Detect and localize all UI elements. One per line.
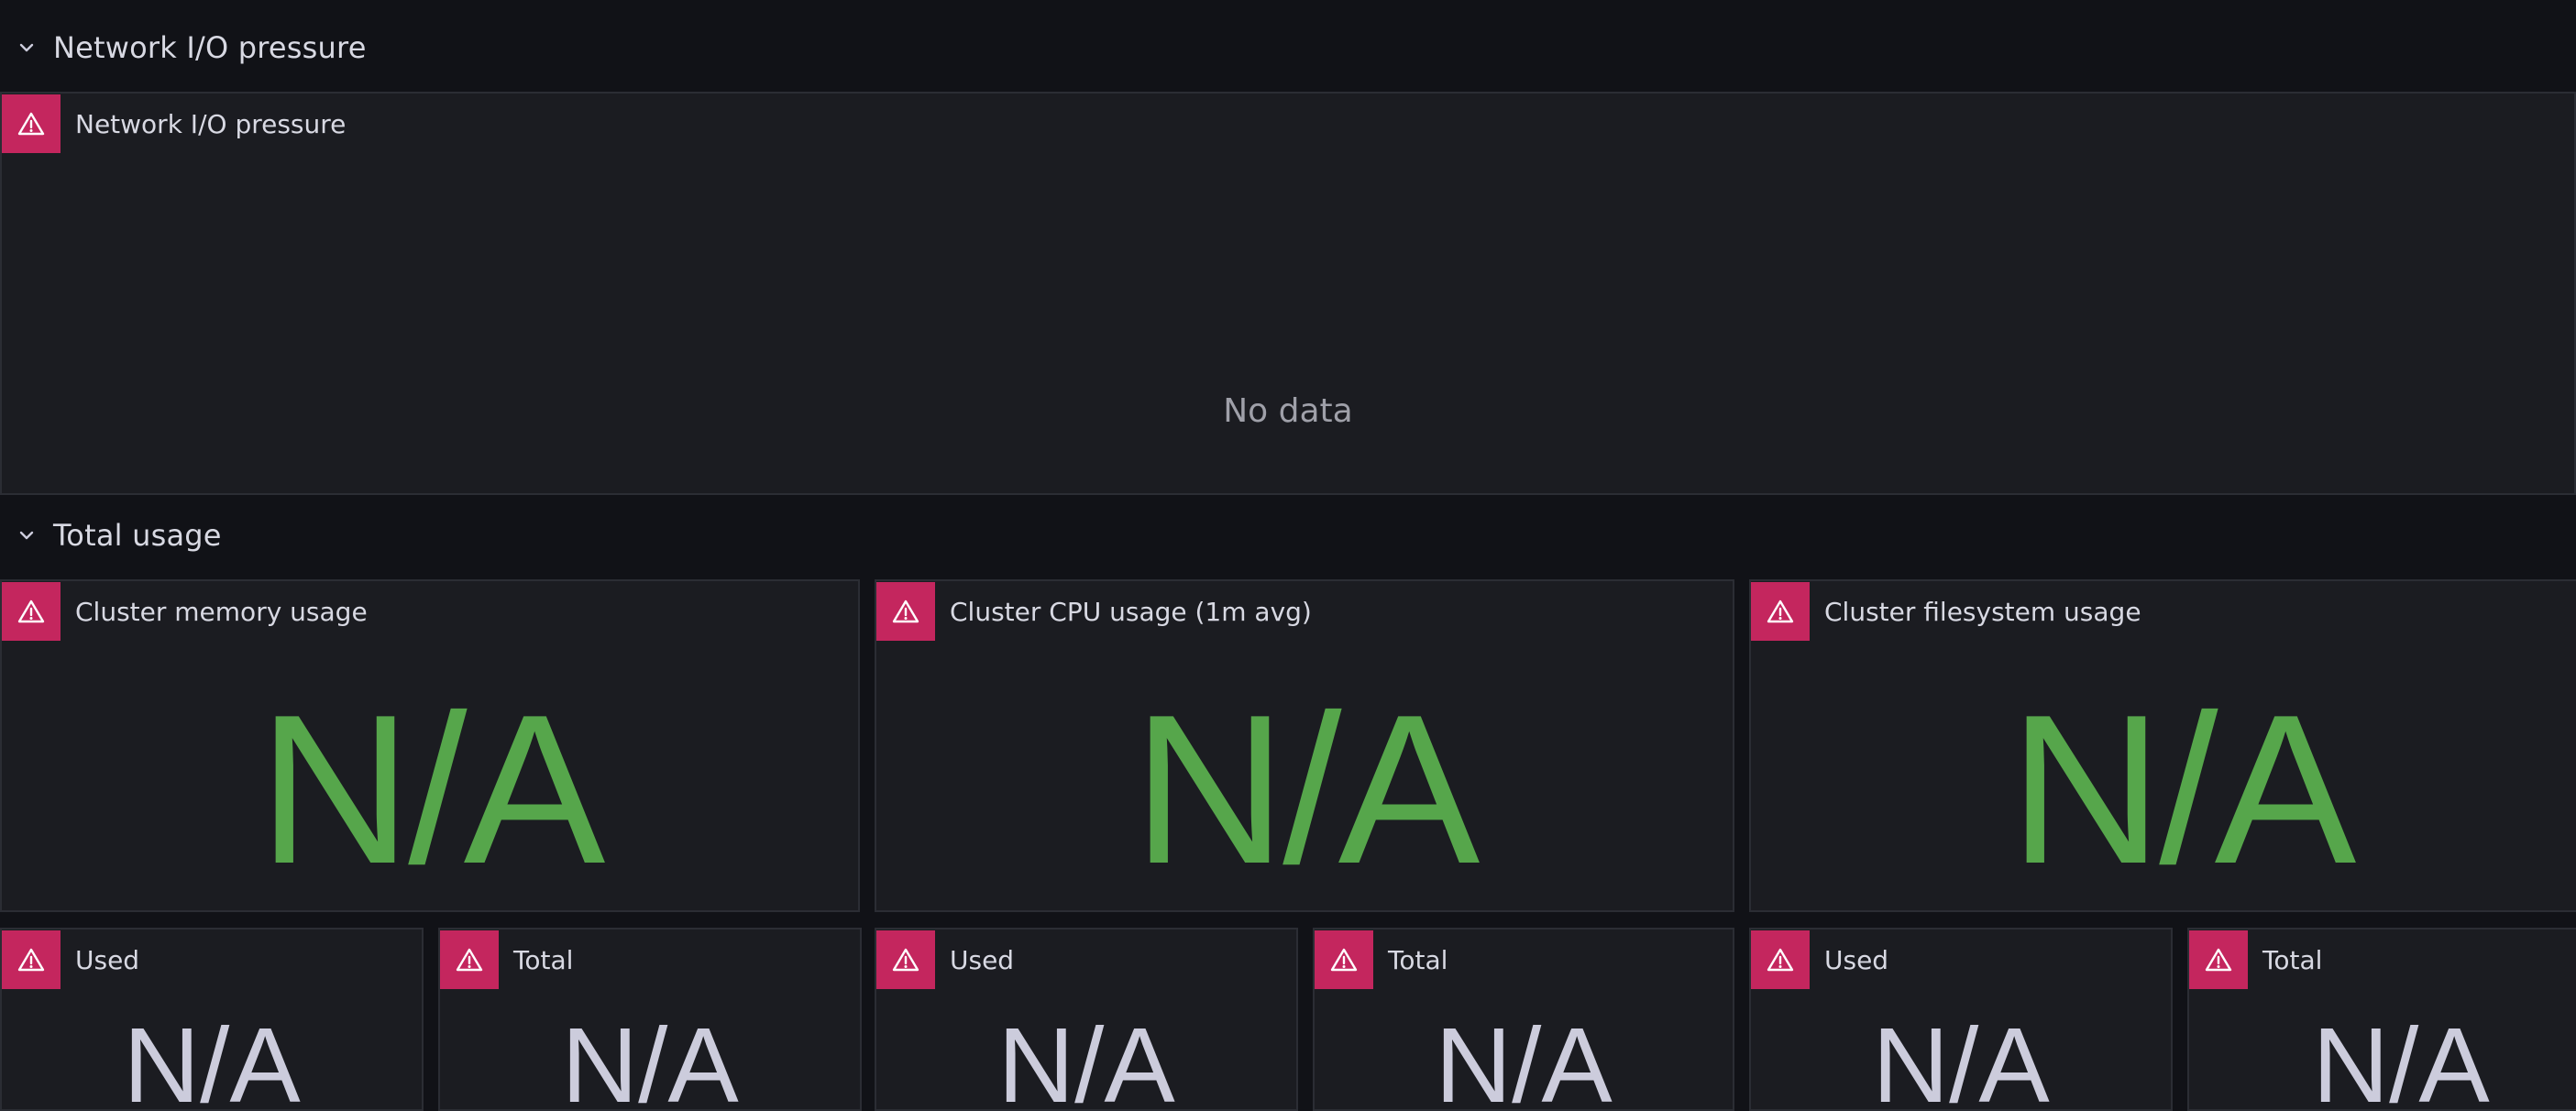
panel-header: Total bbox=[440, 930, 860, 990]
panel-cluster-memory-usage: Cluster memory usage N/A bbox=[0, 579, 860, 912]
no-data-message: No data bbox=[1223, 392, 1353, 430]
panel-filesystem-total: Total N/A bbox=[2187, 928, 2576, 1111]
panel-header: Cluster CPU usage (1m avg) bbox=[876, 581, 1733, 642]
warning-triangle-icon[interactable] bbox=[2, 94, 61, 153]
row-network-io-pressure[interactable]: Network I/O pressure bbox=[0, 20, 367, 75]
stat-value: N/A bbox=[561, 1006, 739, 1111]
row-total-usage[interactable]: Total usage bbox=[0, 508, 222, 563]
warning-triangle-icon[interactable] bbox=[2189, 930, 2248, 989]
panel-network-io-pressure: Network I/O pressure No data bbox=[0, 92, 2576, 495]
warning-triangle-icon[interactable] bbox=[440, 930, 499, 989]
chevron-down-icon bbox=[0, 530, 53, 541]
panel-title: Cluster memory usage bbox=[75, 596, 368, 627]
warning-triangle-icon[interactable] bbox=[876, 582, 935, 641]
panel-title: Total bbox=[1388, 944, 1448, 975]
panel-filesystem-used: Used N/A bbox=[1749, 928, 2173, 1111]
stat-value: N/A bbox=[2312, 1006, 2490, 1111]
stat-value: N/A bbox=[1132, 671, 1481, 908]
panel-title: Used bbox=[75, 944, 140, 975]
panel-title: Used bbox=[950, 944, 1015, 975]
panel-cpu-total: Total N/A bbox=[1313, 928, 1734, 1111]
panel-memory-used: Used N/A bbox=[0, 928, 424, 1111]
panel-cpu-used: Used N/A bbox=[875, 928, 1298, 1111]
warning-triangle-icon[interactable] bbox=[1315, 930, 1373, 989]
panel-header: Total bbox=[2189, 930, 2576, 990]
warning-triangle-icon[interactable] bbox=[2, 930, 61, 989]
stat-value: N/A bbox=[1435, 1006, 1613, 1111]
row-title: Total usage bbox=[53, 518, 222, 553]
warning-triangle-icon[interactable] bbox=[876, 930, 935, 989]
panel-header: Total bbox=[1315, 930, 1733, 990]
row-title: Network I/O pressure bbox=[53, 30, 367, 65]
stat-value: N/A bbox=[997, 1006, 1175, 1111]
panel-title: Used bbox=[1824, 944, 1889, 975]
warning-triangle-icon[interactable] bbox=[1751, 582, 1810, 641]
chevron-down-icon bbox=[0, 42, 53, 53]
panel-title: Cluster filesystem usage bbox=[1824, 596, 2141, 627]
panel-title: Total bbox=[2262, 944, 2323, 975]
panel-title: Total bbox=[513, 944, 574, 975]
panel-header: Cluster filesystem usage bbox=[1751, 581, 2576, 642]
panel-title: Network I/O pressure bbox=[75, 108, 347, 139]
panel-header: Cluster memory usage bbox=[2, 581, 858, 642]
panel-cluster-cpu-usage: Cluster CPU usage (1m avg) N/A bbox=[875, 579, 1734, 912]
panel-header: Used bbox=[2, 930, 422, 990]
panel-header: Used bbox=[876, 930, 1296, 990]
stat-value: N/A bbox=[123, 1006, 301, 1111]
panel-header: Network I/O pressure bbox=[2, 94, 2574, 154]
stat-value: N/A bbox=[258, 671, 606, 908]
panel-title: Cluster CPU usage (1m avg) bbox=[950, 596, 1312, 627]
panel-header: Used bbox=[1751, 930, 2171, 990]
panel-memory-total: Total N/A bbox=[438, 928, 862, 1111]
panel-cluster-filesystem-usage: Cluster filesystem usage N/A bbox=[1749, 579, 2576, 912]
stat-value: N/A bbox=[2009, 671, 2357, 908]
warning-triangle-icon[interactable] bbox=[2, 582, 61, 641]
warning-triangle-icon[interactable] bbox=[1751, 930, 1810, 989]
stat-value: N/A bbox=[1872, 1006, 2050, 1111]
